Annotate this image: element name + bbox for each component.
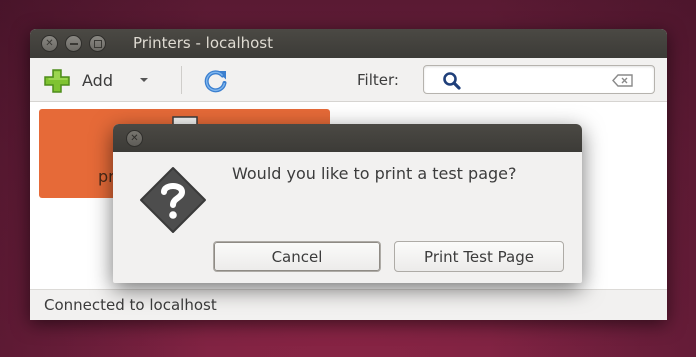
window-minimize-button[interactable] [65,35,82,52]
window-maximize-button[interactable] [89,35,106,52]
close-icon: ✕ [130,133,139,144]
dialog-titlebar[interactable]: ✕ [113,124,582,152]
add-dropdown-button[interactable] [134,70,154,90]
chevron-down-icon [140,78,148,82]
question-icon [140,167,206,233]
refresh-icon [204,70,227,93]
toolbar: Add Filter: [30,58,667,102]
filter-input[interactable] [464,70,604,90]
test-page-dialog: ✕ Would you like to print a test page? C… [113,124,582,283]
search-icon [443,72,461,90]
refresh-button[interactable] [202,67,230,95]
filter-field[interactable] [423,65,655,94]
print-test-page-button[interactable]: Print Test Page [394,241,564,272]
maximize-icon [93,39,102,48]
toolbar-separator [181,66,182,94]
dialog-message: Would you like to print a test page? [232,164,517,183]
window-titlebar[interactable]: ✕ Printers - localhost [30,29,667,58]
filter-label: Filter: [357,71,399,89]
close-icon: ✕ [45,38,54,49]
dialog-close-button[interactable]: ✕ [126,130,143,147]
cancel-button[interactable]: Cancel [213,241,381,272]
clear-icon[interactable] [612,74,634,87]
window-close-button[interactable]: ✕ [41,35,58,52]
status-text: Connected to localhost [44,296,217,314]
statusbar: Connected to localhost [30,289,667,320]
add-button[interactable]: Add [42,67,113,93]
window-title: Printers - localhost [133,34,273,52]
plus-icon [44,69,70,93]
minimize-icon [69,42,78,45]
add-button-label: Add [82,70,113,90]
